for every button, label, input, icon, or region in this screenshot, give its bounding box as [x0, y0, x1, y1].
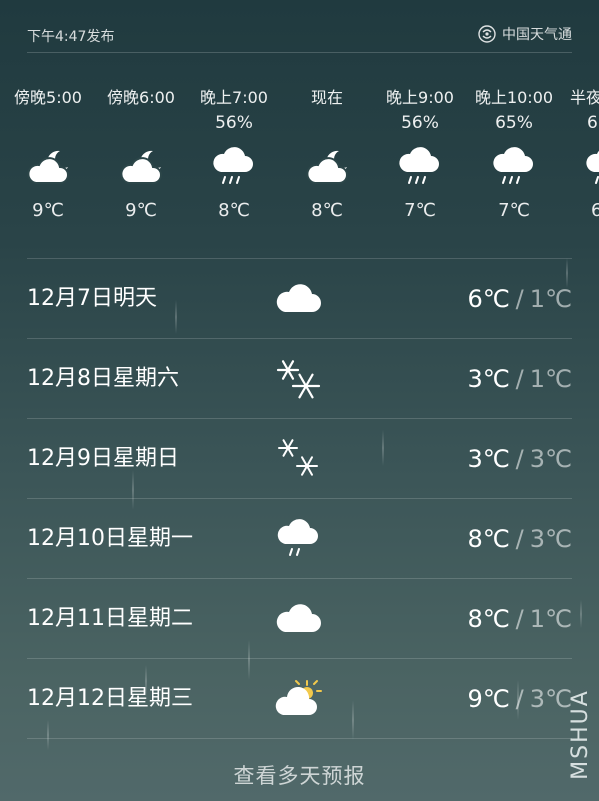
day-date: 12月12日星期三 — [27, 686, 193, 711]
precip-probability — [1, 110, 95, 136]
hour-time: 现在 — [310, 88, 343, 107]
day-date: 12月10日星期一 — [27, 526, 193, 551]
temperature-range: 3℃/3℃ — [467, 419, 572, 499]
day-date: 12月11日星期二 — [27, 606, 193, 631]
high-temp: 8℃ — [467, 605, 510, 633]
partly-sunny-icon — [272, 674, 326, 724]
hour-item: 晚上7:00 56% 8℃ — [187, 86, 281, 224]
cloudy-night-icon — [1, 136, 95, 198]
hour-item: 半夜 6 6 — [553, 86, 599, 224]
hour-temp: 8℃ — [311, 200, 343, 221]
day-date: 12月8日星期六 — [27, 366, 179, 391]
high-temp: 3℃ — [467, 445, 510, 473]
temperature-range: 3℃/1℃ — [467, 339, 572, 419]
high-temp: 9℃ — [467, 685, 510, 713]
hour-item: 傍晚6:00 9℃ — [94, 86, 188, 224]
daily-forecast-list: 12月7日明天 6℃/1℃ 12月8日星期六 3℃ / 1℃ 12月9日星期日 … — [27, 258, 572, 739]
low-temp: 3℃ — [529, 445, 572, 473]
temp-separator: / — [515, 605, 524, 633]
weather-provider-logo-icon — [478, 25, 496, 43]
high-temp: 8℃ — [467, 525, 510, 553]
forecast-header: 下午4:47发布 中国天气通 — [27, 0, 572, 53]
hour-time: 傍晚5:00 — [14, 88, 82, 107]
temp-separator: / — [515, 285, 524, 313]
more-forecast-link[interactable]: 查看多天预报 — [0, 760, 599, 790]
watermark-text: MSHUA — [567, 689, 593, 780]
hour-temp: 6 — [591, 200, 599, 221]
low-temp: 1℃ — [529, 365, 572, 393]
light-rain-icon — [467, 136, 561, 198]
daily-forecast-row[interactable]: 12月10日星期一 8℃/3℃ — [27, 498, 572, 578]
light-rain-icon — [373, 136, 467, 198]
hour-temp: 8℃ — [218, 200, 250, 221]
cloudy-night-icon — [280, 136, 374, 198]
temp-separator: / — [515, 445, 524, 473]
hour-time: 晚上7:00 — [200, 88, 268, 107]
temp-separator: / — [515, 525, 524, 553]
precip-probability: 56% — [401, 113, 439, 133]
temperature-range: 8℃/3℃ — [467, 499, 572, 579]
hour-temp: 7℃ — [404, 200, 436, 221]
daily-forecast-row[interactable]: 12月9日星期日 3℃/3℃ — [27, 418, 572, 498]
light-rain-icon — [272, 514, 326, 564]
light-rain-icon — [553, 136, 599, 198]
hour-time: 晚上9:00 — [386, 88, 454, 107]
publish-time: 下午4:47发布 — [27, 29, 115, 45]
temp-separator: / — [515, 685, 524, 713]
daily-forecast-row[interactable]: 12月11日星期二 8℃/1℃ — [27, 578, 572, 658]
precip-probability: 65% — [495, 113, 533, 133]
hour-item: 现在 8℃ — [280, 86, 374, 224]
cloud-icon — [272, 274, 326, 324]
precip-probability — [280, 110, 374, 136]
hour-temp: 7℃ — [498, 200, 530, 221]
day-date: 12月9日星期日 — [27, 446, 179, 471]
snow-icon — [272, 434, 326, 484]
hourly-forecast[interactable]: 傍晚5:00 9℃ 傍晚6:00 9℃ 晚上7:00 56% 8℃ 现在 8℃ … — [0, 86, 599, 236]
daily-forecast-row[interactable]: 12月7日明天 6℃/1℃ — [27, 258, 572, 338]
daily-forecast-row[interactable]: 12月12日星期三 9℃/3℃ — [27, 658, 572, 739]
temp-separator: / — [515, 365, 524, 393]
day-date: 12月7日明天 — [27, 286, 157, 311]
high-temp: 3℃ — [467, 365, 510, 393]
low-temp: 3℃ — [529, 525, 572, 553]
rain-streak — [580, 600, 582, 628]
provider-credit[interactable]: 中国天气通 — [478, 24, 572, 44]
snow-icon — [272, 354, 326, 404]
high-temp: 6℃ — [467, 285, 510, 313]
hour-item: 傍晚5:00 9℃ — [1, 86, 95, 224]
cloudy-night-icon — [94, 136, 188, 198]
low-temp: 1℃ — [529, 285, 572, 313]
low-temp: 1℃ — [529, 605, 572, 633]
hour-temp: 9℃ — [125, 200, 157, 221]
hour-item: 晚上10:00 65% 7℃ — [467, 86, 561, 224]
hour-temp: 9℃ — [32, 200, 64, 221]
temperature-range: 6℃/1℃ — [467, 259, 572, 339]
hour-item: 晚上9:00 56% 7℃ — [373, 86, 467, 224]
temperature-range: 8℃/1℃ — [467, 579, 572, 659]
daily-forecast-row[interactable]: 12月8日星期六 3℃/1℃ — [27, 338, 572, 418]
cloud-icon — [272, 594, 326, 644]
temperature-range: 9℃/3℃ — [467, 659, 572, 739]
light-rain-icon — [187, 136, 281, 198]
provider-name: 中国天气通 — [502, 27, 572, 43]
hour-time: 傍晚6:00 — [107, 88, 175, 107]
precip-probability: 6 — [587, 113, 598, 133]
precip-probability — [94, 110, 188, 136]
hour-time: 半夜 — [570, 88, 599, 107]
hour-time: 晚上10:00 — [474, 88, 554, 107]
watermark: MSHUA — [560, 682, 599, 787]
precip-probability: 56% — [215, 113, 253, 133]
